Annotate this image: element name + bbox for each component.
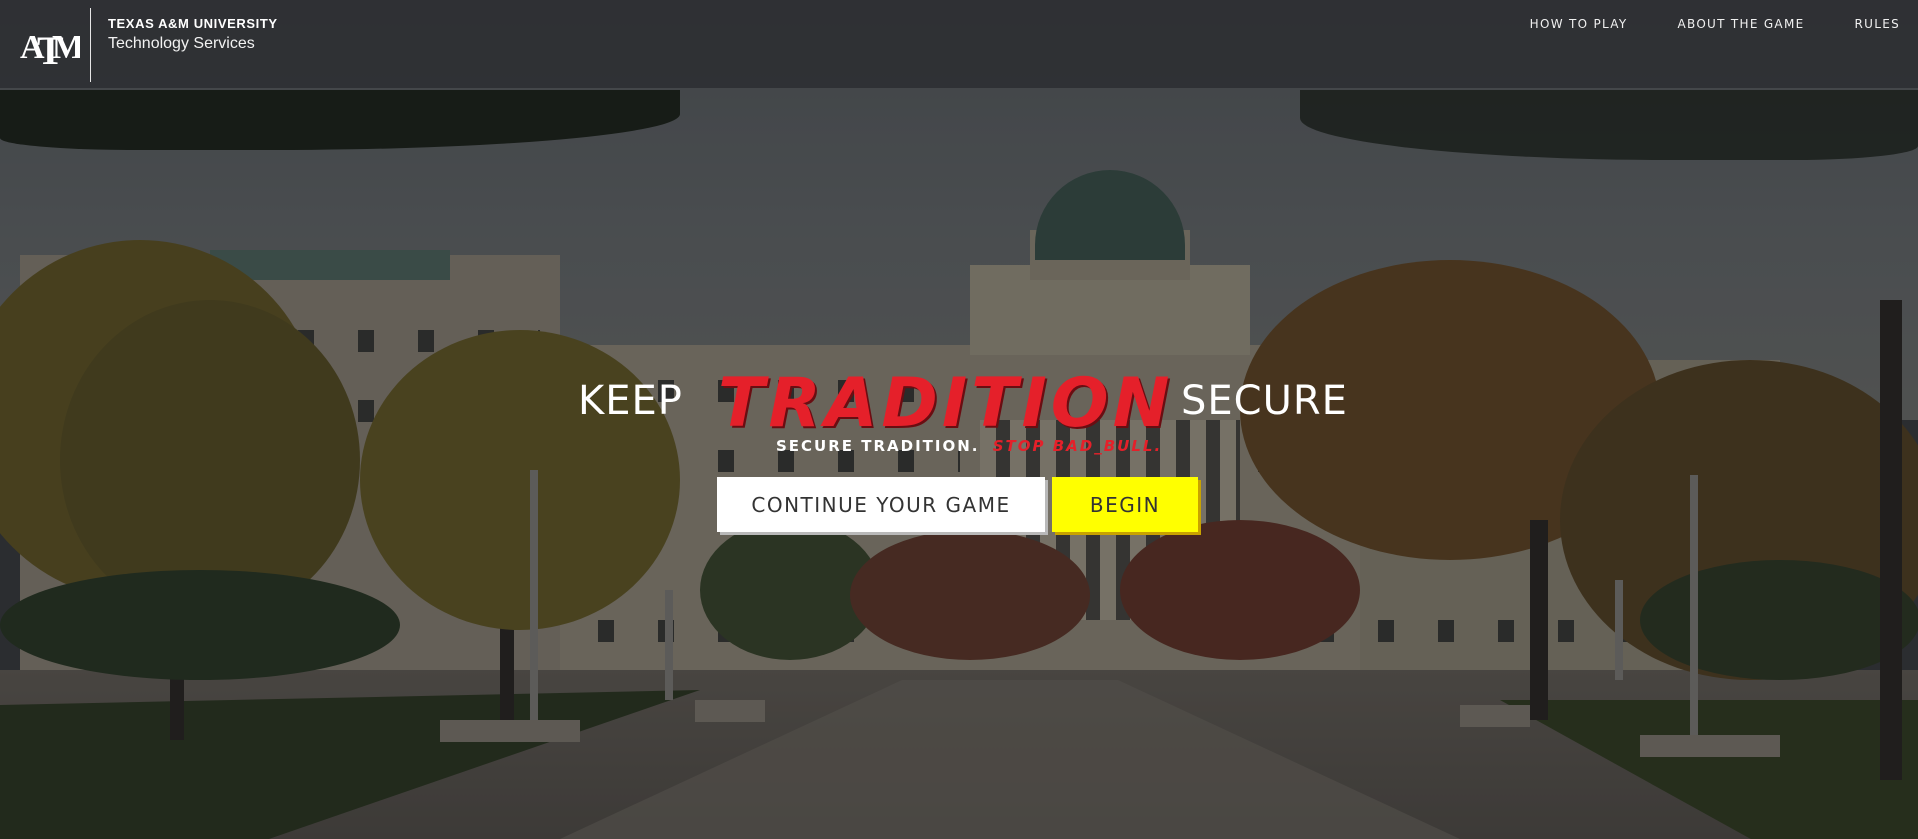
svg-text:M: M <box>52 29 80 66</box>
hero-word-keep: KEEP <box>578 378 683 424</box>
university-name: TEXAS A&M UNIVERSITY <box>108 16 278 31</box>
logo-divider <box>90 8 91 82</box>
site-header: A T M TEXAS A&M UNIVERSITY Technology Se… <box>0 0 1918 88</box>
tagline-main: SECURE TRADITION. <box>776 437 980 455</box>
nav-rules[interactable]: RULES <box>1854 17 1900 31</box>
begin-button[interactable]: BEGIN <box>1052 477 1198 532</box>
hero-title: KEEP TRADITION SECURE <box>0 364 1918 443</box>
nav-how-to-play[interactable]: HOW TO PLAY <box>1530 17 1628 31</box>
hero-word-tradition: TRADITION <box>718 364 1174 443</box>
department-name: Technology Services <box>108 35 255 52</box>
continue-game-button[interactable]: CONTINUE YOUR GAME <box>717 477 1045 532</box>
main-nav: HOW TO PLAY ABOUT THE GAME RULES <box>1480 17 1900 31</box>
hero-word-secure: SECURE <box>1181 378 1348 424</box>
tagline-accent: STOP BAD_BULL. <box>992 437 1163 455</box>
hero-tagline: SECURE TRADITION. STOP BAD_BULL. <box>776 437 1162 455</box>
nav-about-the-game[interactable]: ABOUT THE GAME <box>1677 17 1804 31</box>
tamu-logo-icon[interactable]: A T M <box>18 14 84 73</box>
